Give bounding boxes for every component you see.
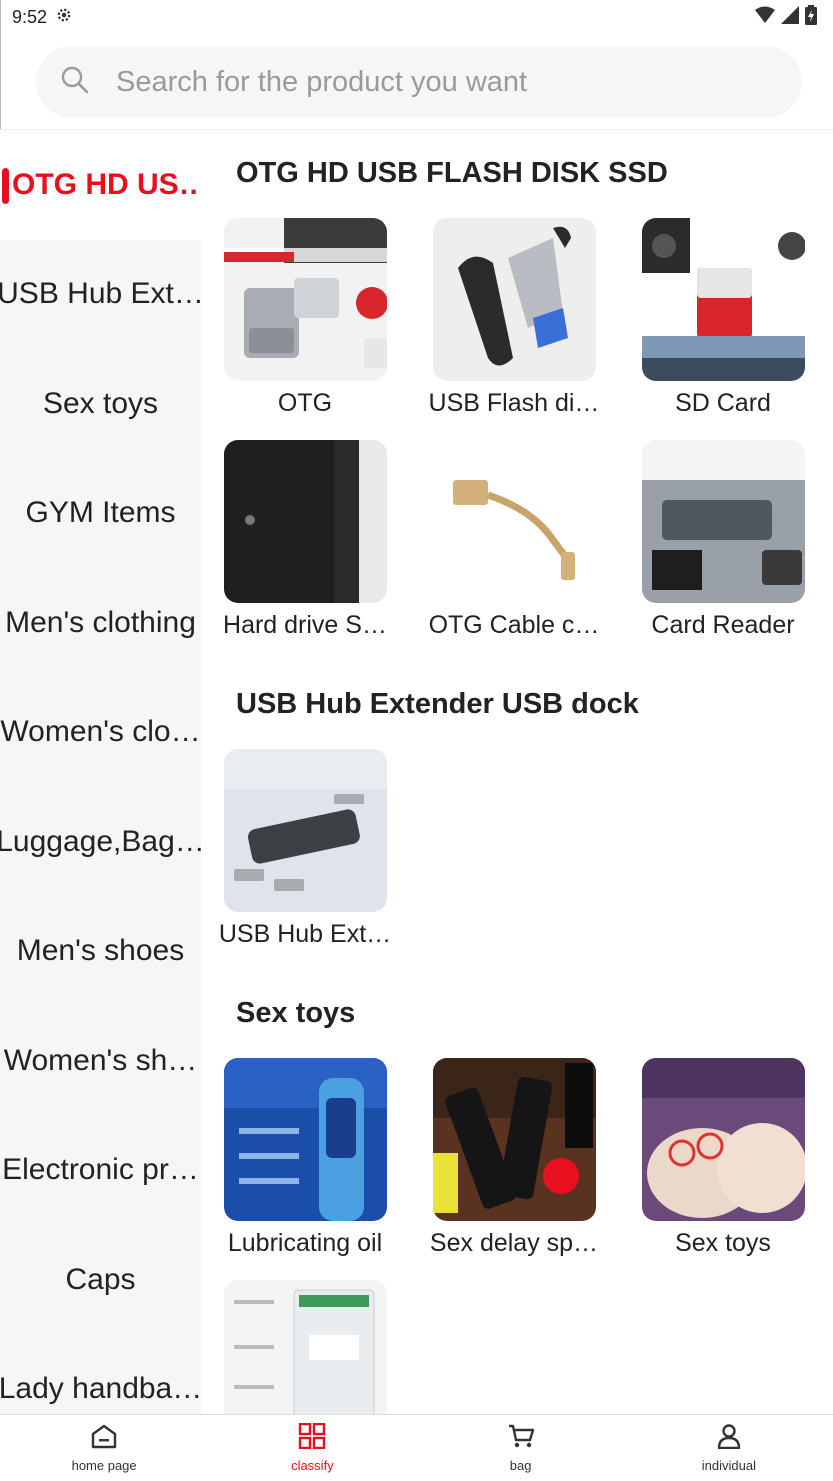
category-sidebar: OTG HD US… USB Hub Ext… Sex toys GYM Ite…: [0, 130, 201, 1414]
sidebar-item-sex-toys[interactable]: Sex toys: [0, 349, 201, 459]
signal-icon: [781, 5, 799, 29]
product-image-otg: [223, 218, 387, 381]
nav-label: individual: [701, 1458, 756, 1473]
nav-home[interactable]: home page: [0, 1415, 208, 1481]
nav-individual[interactable]: individual: [625, 1415, 833, 1481]
product-image-card-reader: [641, 440, 805, 603]
status-time: 9:52: [12, 6, 48, 27]
person-icon: [715, 1423, 743, 1454]
product-name: Card Reader: [651, 611, 795, 639]
product-name: OTG Cable c…: [428, 611, 600, 639]
section-title-otg: OTG HD USB FLASH DISK SSD: [236, 157, 668, 189]
bottom-nav: home page classify bag individual: [0, 1415, 833, 1481]
battery-icon: [805, 4, 817, 30]
nav-classify[interactable]: classify: [208, 1415, 416, 1481]
product-usb-hub[interactable]: USB Hub Ext…: [210, 749, 400, 949]
sidebar-item-label: Men's clothing: [5, 605, 196, 639]
product-image-hard-drive: [223, 440, 387, 603]
sidebar-item-label: Men's shoes: [16, 934, 185, 968]
sidebar-item-label: Electronic pr…: [2, 1153, 199, 1187]
nav-bag[interactable]: bag: [417, 1415, 625, 1481]
sidebar-item-label: Lady handba…: [0, 1372, 201, 1406]
product-image-usb-flash: [432, 218, 596, 381]
sidebar-item-womens-clothing[interactable]: Women's clo…: [0, 678, 201, 788]
sidebar-item-luggage[interactable]: Luggage,Bag…: [0, 787, 201, 897]
search-bar[interactable]: Search for the product you want: [36, 46, 802, 118]
product-name: SD Card: [675, 389, 771, 417]
search-icon: [60, 65, 90, 100]
active-indicator: [2, 168, 9, 204]
section-title-sex-toys: Sex toys: [236, 997, 356, 1029]
sidebar-item-label: Women's sh…: [3, 1043, 198, 1077]
wifi-icon: [755, 6, 775, 29]
sidebar-item-gym[interactable]: GYM Items: [0, 459, 201, 569]
section-title-usb-hub: USB Hub Extender USB dock: [236, 688, 639, 720]
sidebar-item-lady-handbags[interactable]: Lady handba…: [0, 1335, 201, 1415]
product-usb-flash[interactable]: USB Flash di…: [419, 218, 609, 418]
sidebar-item-label: Women's clo…: [0, 715, 201, 749]
sidebar-item-mens-shoes[interactable]: Men's shoes: [0, 897, 201, 1007]
nav-label: classify: [291, 1458, 334, 1473]
sidebar-item-label: Caps: [65, 1262, 136, 1296]
search-input[interactable]: Search for the product you want: [116, 66, 527, 99]
product-image-otg-cable: [432, 440, 596, 603]
product-name: Lubricating oil: [227, 1229, 383, 1257]
product-image-sex-toys: [641, 1058, 805, 1221]
product-image-condom: [223, 1280, 387, 1414]
product-sd-card[interactable]: SD Card: [628, 218, 818, 418]
sidebar-item-usb-hub[interactable]: USB Hub Ext…: [0, 240, 201, 350]
sidebar-item-electronics[interactable]: Electronic pr…: [0, 1116, 201, 1226]
product-image-sd-card: [641, 218, 805, 381]
product-otg-cable[interactable]: OTG Cable c…: [419, 440, 609, 640]
product-name: OTG: [277, 389, 333, 417]
status-bar: 9:52: [0, 0, 833, 34]
sidebar-item-label: USB Hub Ext…: [0, 277, 201, 311]
product-name: Sex delay sp…: [429, 1229, 599, 1257]
sidebar-item-mens-clothing[interactable]: Men's clothing: [0, 568, 201, 678]
sidebar-item-womens-shoes[interactable]: Women's sh…: [0, 1006, 201, 1116]
sidebar-item-otg[interactable]: OTG HD US…: [0, 130, 201, 240]
classify-icon: [298, 1422, 326, 1454]
product-name: Sex toys: [675, 1229, 771, 1257]
sidebar-item-label: Sex toys: [42, 386, 159, 420]
product-hard-drive[interactable]: Hard drive S…: [210, 440, 400, 640]
product-image-lubricating-oil: [223, 1058, 387, 1221]
sidebar-item-label: GYM Items: [25, 496, 176, 530]
sidebar-item-label: OTG HD US…: [12, 167, 201, 201]
nav-label: bag: [509, 1458, 532, 1473]
product-image-usb-hub: [223, 749, 387, 912]
settings-gear-icon: [55, 6, 73, 29]
product-name: USB Hub Ext…: [218, 920, 392, 948]
product-card-reader[interactable]: Card Reader: [628, 440, 818, 640]
product-lubricating-oil[interactable]: Lubricating oil: [210, 1058, 400, 1258]
product-sex-toys[interactable]: Sex toys: [628, 1058, 818, 1258]
product-condom[interactable]: [210, 1280, 400, 1414]
sidebar-item-label: Luggage,Bag…: [0, 824, 201, 858]
product-content: OTG HD USB FLASH DISK SSD OTG USB Flash …: [201, 130, 833, 1414]
product-name: Hard drive S…: [223, 611, 387, 639]
cart-icon: [507, 1423, 535, 1454]
product-name: USB Flash di…: [428, 389, 600, 417]
product-image-sex-delay-spray: [432, 1058, 596, 1221]
nav-label: home page: [71, 1458, 137, 1473]
sidebar-item-caps[interactable]: Caps: [0, 1225, 201, 1335]
product-otg[interactable]: OTG: [210, 218, 400, 418]
home-icon: [90, 1423, 118, 1454]
product-sex-delay-spray[interactable]: Sex delay sp…: [419, 1058, 609, 1258]
